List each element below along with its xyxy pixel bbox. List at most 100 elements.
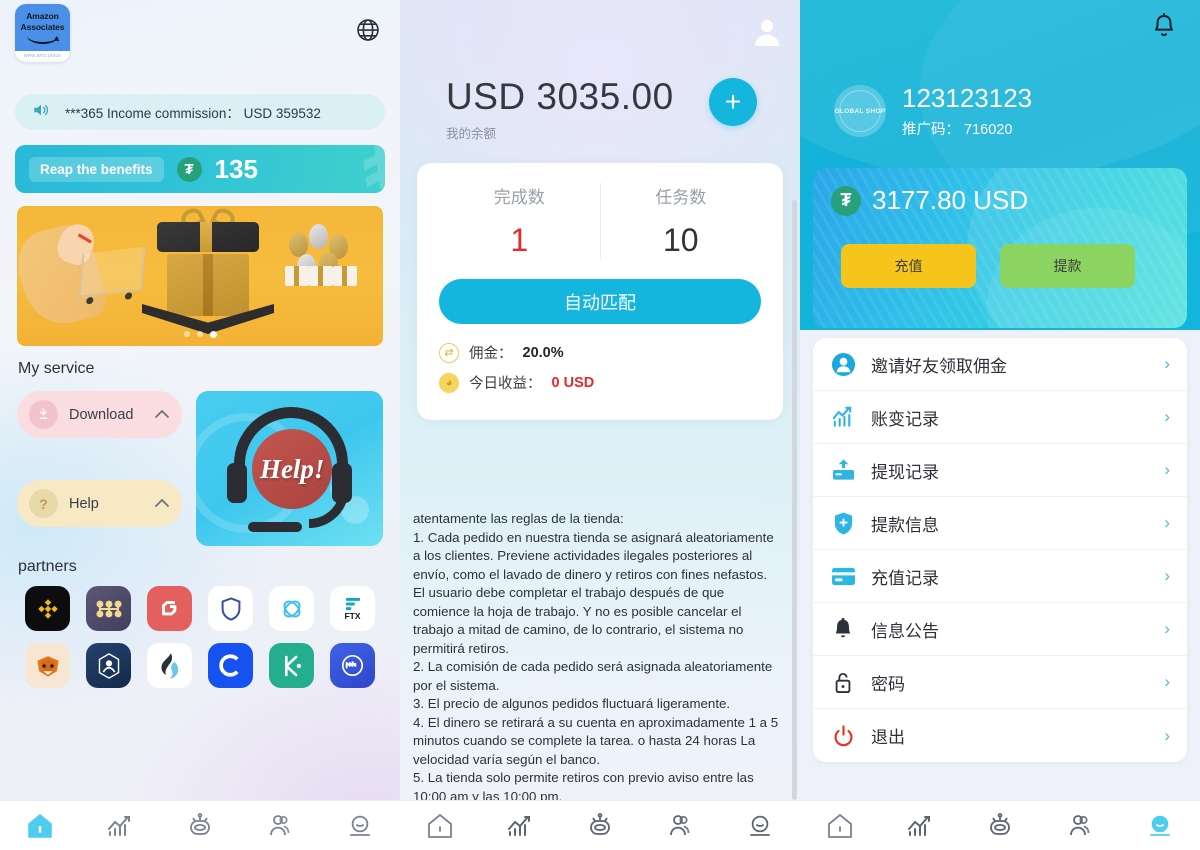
fee-rows: ⇄ 佣金： 20.0% ◕ 今日收益： 0 USD bbox=[439, 342, 761, 393]
tab-records[interactable] bbox=[80, 801, 160, 850]
exchange-icon: ⇄ bbox=[439, 342, 459, 363]
coinbase-icon[interactable] bbox=[208, 643, 253, 688]
kucoin-icon[interactable] bbox=[269, 643, 314, 688]
avatar[interactable]: GLOBAL SHOP bbox=[834, 85, 886, 137]
tab-home[interactable] bbox=[0, 801, 80, 850]
stat-completed: 完成数 1 bbox=[439, 183, 600, 259]
menu-label-account-records: 账变记录 bbox=[871, 409, 939, 429]
withdraw-button[interactable]: 提款 bbox=[1000, 244, 1135, 288]
promo-carousel[interactable] bbox=[17, 206, 383, 346]
recharge-button[interactable]: 充值 bbox=[841, 244, 976, 288]
withdraw-card-icon bbox=[830, 458, 856, 482]
balance-amount: USD 3035.00 bbox=[446, 76, 674, 117]
globe-icon[interactable] bbox=[353, 15, 383, 45]
user-info-block: GLOBAL SHOP 123123123 推广码： 716020 bbox=[834, 83, 1032, 139]
logo-line-2: Associates bbox=[20, 22, 65, 32]
coin-icon: ◕ bbox=[439, 372, 459, 393]
reap-benefits-banner[interactable]: ₮ Reap the benefits ₮ 135 bbox=[15, 145, 385, 193]
left-tabbar bbox=[0, 800, 400, 850]
carousel-dot-3[interactable] bbox=[209, 331, 217, 338]
headset-boom-icon bbox=[309, 482, 349, 528]
tab-records[interactable] bbox=[880, 801, 960, 850]
tab-profile[interactable] bbox=[720, 801, 800, 850]
menu-item-withdraw-info[interactable]: 提款信息 › bbox=[813, 497, 1187, 550]
menu-item-announcements[interactable]: 信息公告 › bbox=[813, 603, 1187, 656]
tab-profile[interactable] bbox=[1120, 801, 1200, 850]
binance-icon[interactable] bbox=[25, 586, 70, 631]
shield-wallet-icon[interactable] bbox=[208, 586, 253, 631]
tab-profile[interactable] bbox=[320, 801, 400, 850]
service-section: Download ? Help Help! bbox=[17, 391, 383, 546]
person-circle-icon bbox=[830, 352, 856, 377]
download-icon bbox=[29, 400, 58, 429]
menu-item-withdraw-records[interactable]: 提现记录 › bbox=[813, 444, 1187, 497]
menu-label-logout: 退出 bbox=[871, 728, 905, 747]
avatar-label: GLOBAL SHOP bbox=[834, 107, 886, 115]
gate-io-icon[interactable] bbox=[147, 586, 192, 631]
usdt-icon: ₮ bbox=[176, 156, 202, 182]
chevron-right-icon: › bbox=[1164, 566, 1170, 585]
tab-team[interactable] bbox=[240, 801, 320, 850]
tab-robot[interactable] bbox=[160, 801, 240, 850]
promo-code-row: 推广码： 716020 bbox=[902, 118, 1032, 139]
menu-label-invite-friends: 邀请好友领取佣金 bbox=[871, 356, 1007, 376]
ftx-icon[interactable]: FTX bbox=[330, 586, 375, 631]
help-support-card[interactable]: Help! bbox=[196, 391, 383, 546]
tab-team[interactable] bbox=[1040, 801, 1120, 850]
huobi-icon[interactable] bbox=[147, 643, 192, 688]
fee-value-commission: 20.0% bbox=[522, 344, 564, 361]
auto-match-button[interactable]: 自动匹配 bbox=[439, 279, 761, 324]
menu-label-withdraw-records: 提现记录 bbox=[871, 462, 939, 482]
partners-title: partners bbox=[18, 558, 77, 575]
partners-grid: FTX bbox=[17, 586, 383, 688]
balance-block: USD 3035.00 我的余额 bbox=[446, 76, 674, 142]
help-card-text: Help! bbox=[259, 453, 325, 484]
menu-item-invite-friends[interactable]: 邀请好友领取佣金 › bbox=[813, 338, 1187, 391]
menu-item-recharge-records[interactable]: 充值记录 › bbox=[813, 550, 1187, 603]
crypto-com-icon[interactable] bbox=[86, 643, 131, 688]
reap-label: Reap the benefits bbox=[29, 156, 164, 182]
tab-robot[interactable] bbox=[560, 801, 640, 850]
right-tabbar bbox=[800, 800, 1200, 850]
fee-row-commission: ⇄ 佣金： 20.0% bbox=[439, 342, 761, 363]
user-avatar-icon[interactable] bbox=[750, 14, 784, 48]
rules-scrollbar[interactable] bbox=[792, 200, 797, 800]
question-icon: ? bbox=[29, 489, 58, 518]
fee-row-today-income: ◕ 今日收益： 0 USD bbox=[439, 372, 761, 393]
bell-icon[interactable] bbox=[1150, 12, 1180, 44]
headset-mic-icon bbox=[248, 522, 303, 532]
service-item-help[interactable]: ? Help bbox=[17, 480, 183, 527]
speaker-icon bbox=[31, 101, 51, 124]
shield-icon bbox=[830, 511, 856, 536]
service-label-download: Download bbox=[69, 406, 134, 423]
tab-records[interactable] bbox=[480, 801, 560, 850]
carousel-dots[interactable] bbox=[17, 331, 383, 338]
kadena-icon[interactable] bbox=[86, 586, 131, 631]
chevron-right-icon: › bbox=[1164, 725, 1170, 745]
income-notice-bar[interactable]: ***365 Income commission： USD 359532 bbox=[15, 94, 385, 130]
tab-home[interactable] bbox=[800, 801, 880, 850]
promo-code-label: 推广码： bbox=[902, 122, 960, 138]
add-funds-button[interactable]: + bbox=[709, 78, 757, 126]
carousel-dot-2[interactable] bbox=[196, 331, 203, 337]
tab-team[interactable] bbox=[640, 801, 720, 850]
menu-item-password[interactable]: 密码 › bbox=[813, 656, 1187, 709]
shopping-cart-illustration bbox=[78, 246, 146, 298]
service-label-help: Help bbox=[69, 495, 99, 512]
tab-home[interactable] bbox=[400, 801, 480, 850]
sushiswap-icon[interactable] bbox=[269, 586, 314, 631]
menu-item-account-records[interactable]: 账变记录 › bbox=[813, 391, 1187, 444]
carousel-dot-1[interactable] bbox=[183, 331, 190, 337]
chevron-right-icon: › bbox=[1164, 407, 1170, 426]
chevron-right-icon: › bbox=[1164, 672, 1170, 691]
metamask-icon[interactable] bbox=[25, 643, 70, 688]
chevron-right-icon: › bbox=[1164, 513, 1170, 532]
service-item-download[interactable]: Download bbox=[17, 391, 183, 438]
menu-label-announcements: 信息公告 bbox=[871, 621, 939, 641]
menu-item-logout[interactable]: 退出 › bbox=[813, 709, 1187, 762]
coinmarketcap-icon[interactable] bbox=[330, 643, 375, 688]
tab-robot[interactable] bbox=[960, 801, 1040, 850]
reap-amount: 135 bbox=[214, 153, 258, 184]
chevron-right-icon: › bbox=[1164, 460, 1170, 479]
gift-lid bbox=[157, 222, 259, 252]
